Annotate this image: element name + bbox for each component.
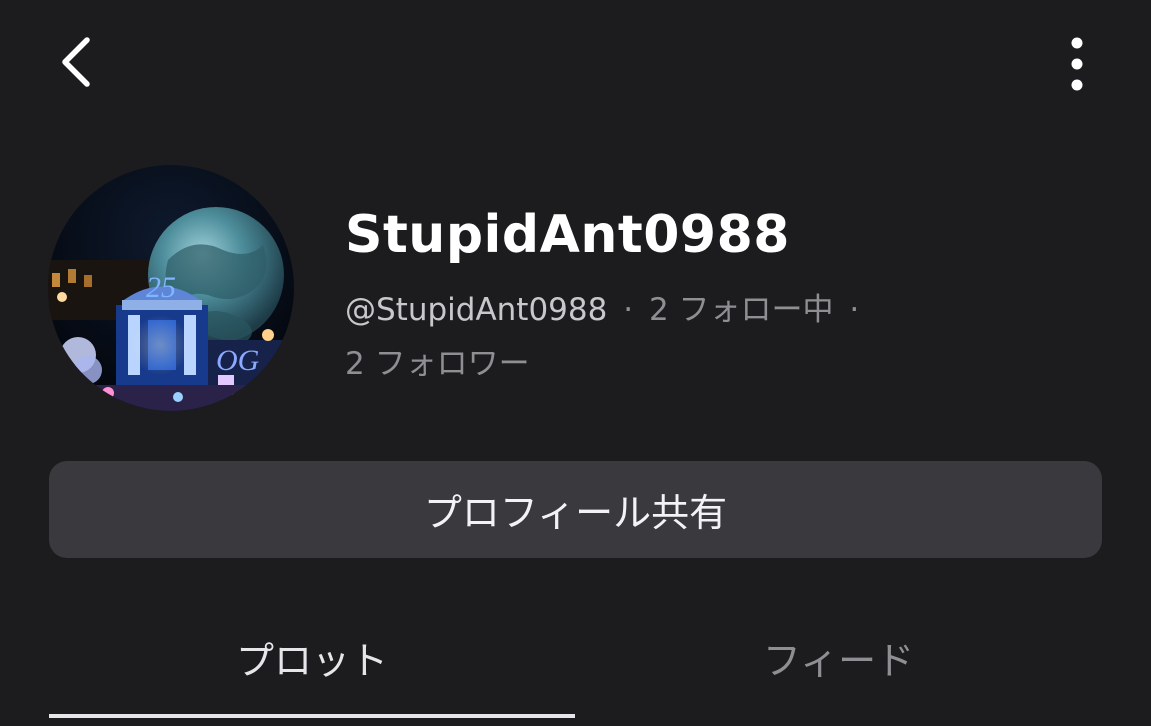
svg-text:OG: OG [216, 344, 260, 377]
username: StupidAnt0988 [345, 205, 790, 265]
separator-dot: · [623, 292, 634, 328]
tab-plot[interactable]: プロット [49, 622, 575, 692]
user-handle: @StupidAnt0988 [345, 292, 608, 328]
followers-count[interactable]: 2 フォロワー [345, 346, 530, 382]
back-button[interactable] [50, 32, 100, 92]
active-tab-indicator [49, 714, 575, 718]
profile-meta: @StupidAnt0988 · 2 フォロー中 · 2 フォロワー [345, 283, 925, 391]
more-options-button[interactable] [1055, 30, 1099, 96]
tab-feed[interactable]: フィード [575, 622, 1102, 692]
share-profile-button[interactable]: プロフィール共有 [49, 461, 1102, 558]
separator-dot: · [849, 292, 860, 328]
more-vertical-icon [1071, 37, 1083, 91]
svg-text:25: 25 [146, 271, 176, 304]
avatar-night-parade-image: 25 OG [48, 165, 294, 411]
following-count[interactable]: 2 フォロー中 [649, 292, 834, 328]
avatar[interactable]: 25 OG [48, 165, 294, 411]
chevron-left-icon [62, 37, 90, 87]
